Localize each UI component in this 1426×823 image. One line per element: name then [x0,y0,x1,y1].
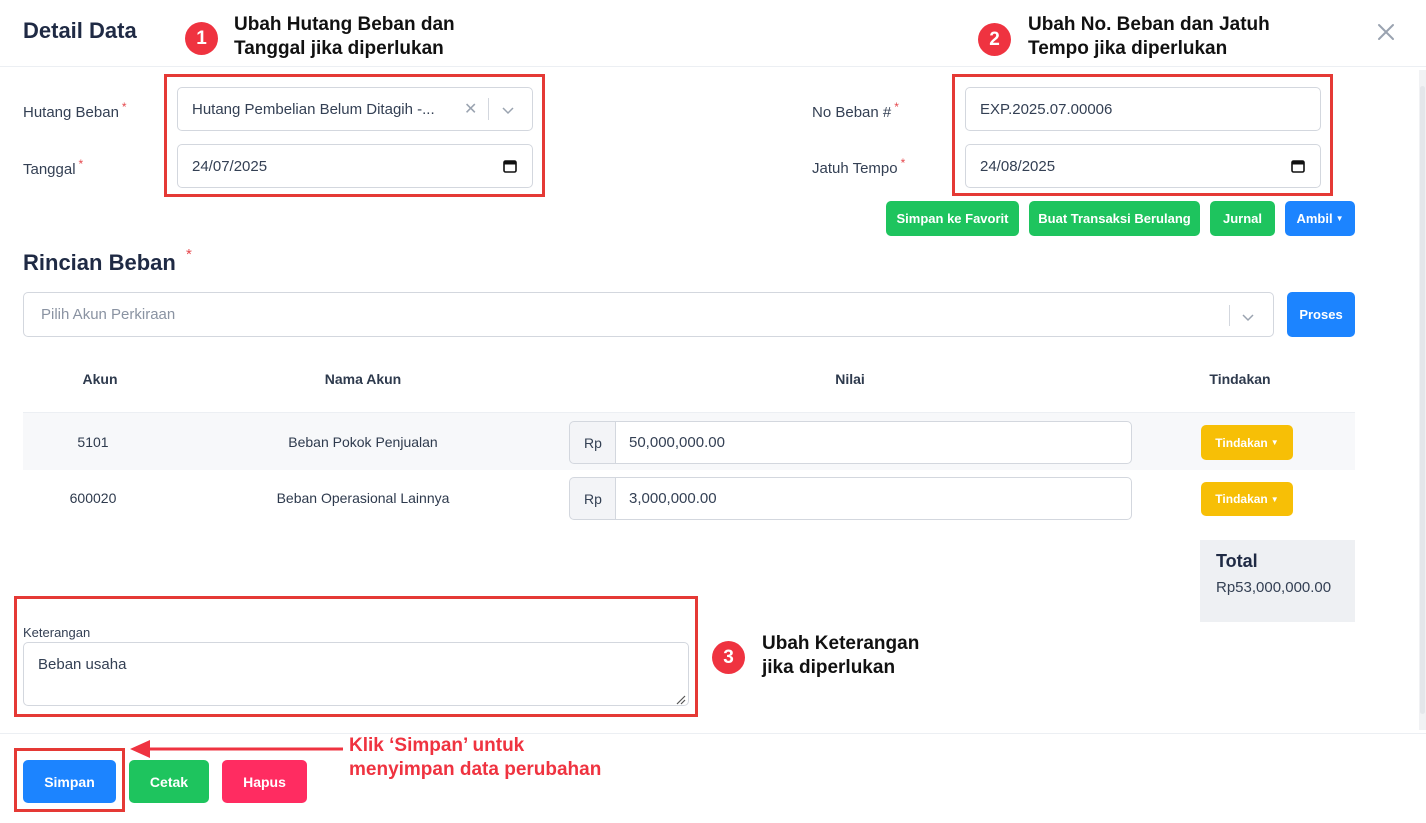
jatuh-tempo-label: Jatuh Tempo * [812,156,906,177]
annotation-note-3: Ubah Keterangan jika diperlukan [762,633,920,678]
proses-button[interactable]: Proses [1287,292,1355,337]
column-header-akun: Akun [82,371,118,387]
annotation-box-1 [164,74,545,197]
tindakan-dropdown-button[interactable]: Tindakan ▼ [1201,425,1293,460]
column-header-tindakan: Tindakan [1209,371,1271,387]
required-mark: * [78,157,84,171]
header-divider [0,66,1426,67]
akun-cell: 5101 [77,434,109,450]
column-header-nilai: Nilai [835,371,865,387]
total-label: Total [1216,551,1258,571]
caret-down-icon: ▼ [1335,214,1344,223]
page-title: Detail Data [23,18,137,43]
section-title: Rincian Beban [23,250,176,275]
required-mark: * [894,100,899,114]
column-header-nama-akun: Nama Akun [324,371,402,387]
footer-divider [0,733,1426,734]
scrollbar-thumb[interactable] [1420,86,1425,714]
tanggal-label: Tanggal * [23,157,84,178]
nama-akun-cell: Beban Operasional Lainnya [276,490,450,506]
annotation-box-4 [14,748,125,812]
total-value: Rp53,000,000.00 [1216,579,1332,596]
akun-cell: 600020 [69,490,117,506]
simpan-favorit-button[interactable]: Simpan ke Favorit [886,201,1019,236]
required-mark: * [186,246,192,263]
annotation-badge-1: 1 [185,22,218,55]
annotation-box-2 [952,74,1333,196]
annotation-badge-3: 3 [712,641,745,674]
currency-addon: Rp [569,477,616,520]
currency-addon: Rp [569,421,616,464]
annotation-arrow-icon [128,737,348,766]
chevron-down-icon[interactable] [1241,310,1255,327]
required-mark: * [900,156,906,170]
nilai-input[interactable]: 50,000,000.00 [615,421,1132,464]
cetak-button[interactable]: Cetak [129,760,209,803]
ambil-dropdown-button[interactable]: Ambil ▼ [1285,201,1355,236]
akun-placeholder: Pilih Akun Perkiraan [41,306,176,323]
caret-down-icon: ▼ [1270,494,1279,504]
annotation-note-4: Klik ‘Simpan’ untuk menyimpan data perub… [349,735,602,780]
nilai-input[interactable]: 3,000,000.00 [615,477,1132,520]
close-icon[interactable] [1375,18,1397,44]
tindakan-dropdown-button[interactable]: Tindakan ▼ [1201,482,1293,516]
caret-down-icon: ▼ [1270,438,1279,447]
required-mark: * [121,100,127,114]
akun-perkiraan-select[interactable]: Pilih Akun Perkiraan [23,292,1274,337]
transaksi-berulang-button[interactable]: Buat Transaksi Berulang [1029,201,1200,236]
jurnal-button[interactable]: Jurnal [1210,201,1275,236]
annotation-note-1: Ubah Hutang Beban dan Tanggal jika diper… [234,14,455,59]
annotation-box-3 [14,596,698,717]
nama-akun-cell: Beban Pokok Penjualan [288,434,438,450]
no-beban-label: No Beban # * [812,100,899,121]
hutang-beban-label: Hutang Beban * [23,100,127,121]
annotation-badge-2: 2 [978,23,1011,56]
select-separator [1229,305,1230,326]
annotation-note-2: Ubah No. Beban dan Jatuh Tempo jika dipe… [1028,14,1270,59]
hapus-button[interactable]: Hapus [222,760,307,803]
